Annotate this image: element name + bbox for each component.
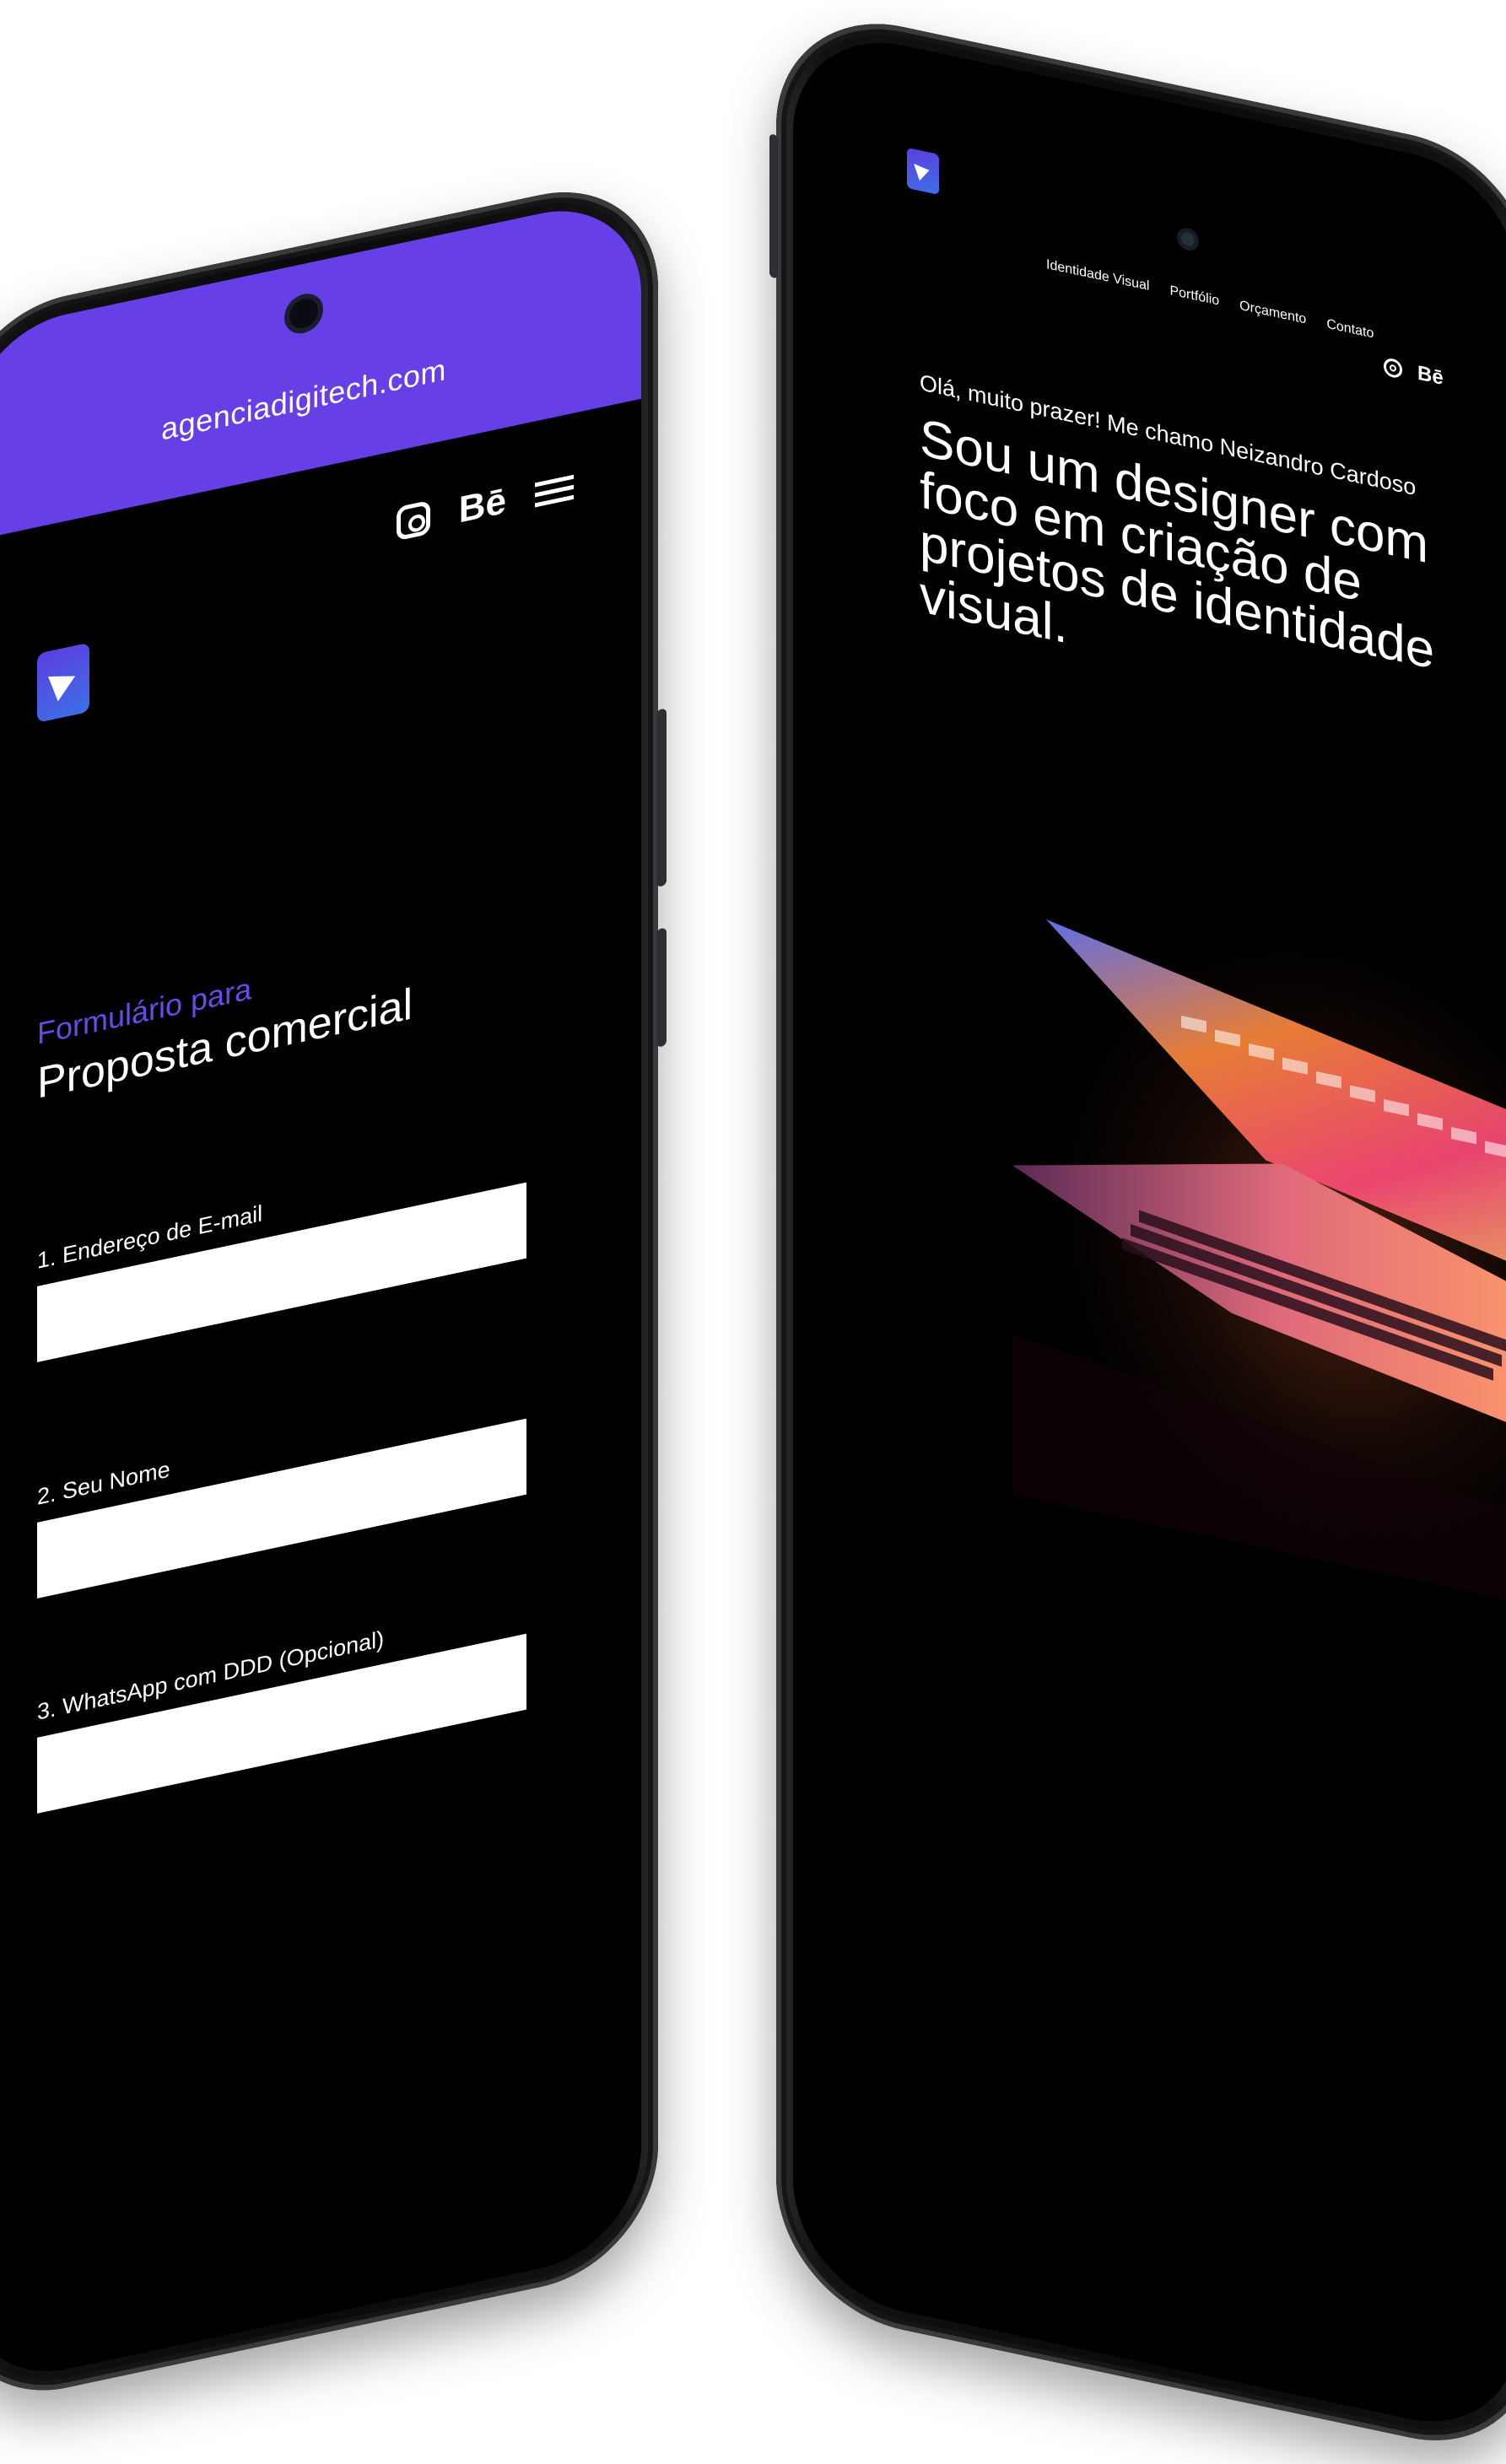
social-icons: Bē: [1384, 354, 1444, 391]
volume-button: [656, 708, 667, 887]
hero-headline: Sou um designer com foco em criação de p…: [920, 408, 1435, 681]
instagram-icon[interactable]: [1384, 357, 1402, 380]
email-field[interactable]: [37, 1182, 526, 1362]
nav-item-portfolio[interactable]: Portfólio: [1169, 283, 1219, 309]
name-field[interactable]: [37, 1418, 526, 1599]
power-button: [656, 927, 667, 1048]
behance-icon[interactable]: Bē: [1417, 362, 1444, 391]
behance-icon[interactable]: Bē: [459, 480, 506, 531]
menu-icon[interactable]: [535, 474, 574, 507]
nav-item-identidade-visual[interactable]: Identidade Visual: [1046, 257, 1149, 294]
brand-logo[interactable]: [907, 147, 939, 196]
right-screen: Identidade Visual Portfólio Orçamento Co…: [793, 22, 1506, 2443]
main-nav: Identidade Visual Portfólio Orçamento Co…: [1046, 257, 1374, 342]
nav-item-orcamento[interactable]: Orçamento: [1239, 299, 1306, 328]
url-text[interactable]: agenciadigitech.com: [0, 310, 641, 489]
front-camera: [1181, 231, 1195, 248]
phone-mockup-left: agenciadigitech.com Bē Formulário para P…: [0, 170, 667, 2413]
side-button: [769, 133, 778, 279]
nav-item-contato[interactable]: Contato: [1326, 317, 1374, 342]
laptop-hero-image: [1012, 887, 1506, 1609]
left-screen: agenciadigitech.com Bē Formulário para P…: [0, 191, 641, 2391]
instagram-icon[interactable]: [396, 499, 430, 542]
front-camera: [289, 296, 318, 332]
header-icons: Bē: [396, 468, 574, 543]
phone-mockup-right: Identidade Visual Portfólio Orçamento Co…: [769, 0, 1506, 2464]
brand-logo[interactable]: [37, 642, 89, 723]
